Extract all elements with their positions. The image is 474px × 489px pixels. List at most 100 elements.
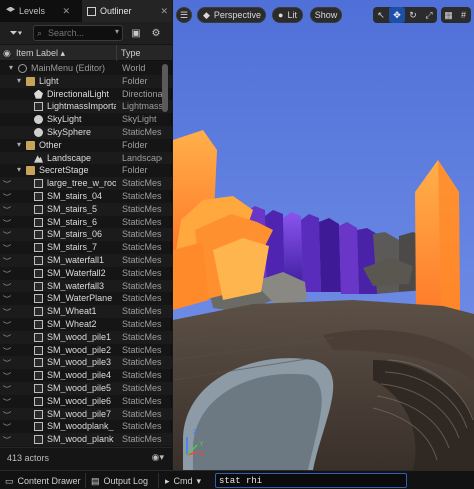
table-row[interactable]: ▾ Other Folder: [0, 139, 172, 152]
visibility-icon[interactable]: ︶: [3, 435, 13, 446]
visibility-icon[interactable]: ︶: [3, 422, 13, 433]
table-row[interactable]: ︶ SM_wood_pile7 StaticMeshActor: [0, 407, 172, 421]
select-icon[interactable]: ↖: [373, 7, 389, 23]
outliner-toolbar: ⏷▾ ⌕ ▾ ▣ ⚙: [0, 22, 172, 44]
eye-icon[interactable]: ◉: [3, 48, 11, 59]
table-row[interactable]: ︶ SM_stairs_7 StaticMeshActor: [0, 241, 172, 254]
table-row[interactable]: Landscape Landscape: [0, 151, 172, 165]
visibility-icon[interactable]: ︶: [3, 320, 13, 331]
table-row[interactable]: ︶ SM_wood_pile1 StaticMeshActor: [0, 330, 172, 344]
translate-icon[interactable]: ✥: [389, 7, 405, 23]
visibility-icon[interactable]: ︶: [3, 256, 13, 267]
cube-icon: [34, 191, 43, 201]
tab-levels[interactable]: Levels ✕: [0, 0, 82, 22]
viewport-menu-button[interactable]: ☰: [176, 7, 192, 23]
visibility-icon[interactable]: ︶: [3, 243, 13, 254]
cube-icon: [34, 307, 43, 317]
cmd-button[interactable]: ▸ Cmd ▾: [165, 474, 205, 488]
console-command-input[interactable]: [219, 475, 405, 487]
table-row[interactable]: SkyLight SkyLight: [0, 113, 172, 126]
search-input[interactable]: [48, 27, 120, 39]
visibility-icon[interactable]: ︶: [3, 410, 13, 421]
table-row[interactable]: ▾ MainMenu (Editor) World: [0, 62, 172, 75]
table-row[interactable]: ︶ SM_waterfall1 StaticMeshActor: [0, 253, 172, 267]
table-row[interactable]: ︶ SM_wood_pile5 StaticMeshActor: [0, 381, 172, 395]
outliner-scrollbar[interactable]: [162, 64, 168, 112]
row-type: StaticMeshActor: [122, 293, 162, 304]
table-row[interactable]: ︶ large_tree_w_roots StaticMeshActor: [0, 177, 172, 190]
table-row[interactable]: ︶ SM_wood_pile2 StaticMeshActor: [0, 344, 172, 357]
expand-arrow-icon[interactable]: ▾: [17, 76, 21, 85]
table-row[interactable]: ︶ SM_Waterfall2 StaticMeshActor: [0, 267, 172, 280]
table-row[interactable]: ︶ SM_wood_pile6 StaticMeshActor: [0, 395, 172, 408]
table-row[interactable]: DirectionalLight DirectionalLight: [0, 88, 172, 101]
visibility-icon[interactable]: ︶: [3, 346, 13, 357]
chevron-down-icon[interactable]: ▾: [115, 27, 119, 36]
visibility-icon[interactable]: ︶: [3, 294, 13, 305]
hamburger-icon: ☰: [179, 9, 189, 20]
table-row[interactable]: LightmassImportanceVolume LightmassImport…: [0, 100, 172, 114]
row-type: StaticMeshActor: [122, 357, 162, 368]
rotate-icon[interactable]: ↻: [405, 7, 421, 23]
filter-button[interactable]: ⏷▾: [3, 24, 29, 42]
scale-icon[interactable]: ⤢: [421, 7, 437, 23]
output-log-button[interactable]: ▤ Output Log: [91, 474, 148, 488]
close-icon[interactable]: ✕: [62, 6, 70, 17]
level-viewport[interactable]: Z Y X ☰ ◆ Perspective ● Lit Show ↖ ✥ ↻ ⤢…: [173, 0, 474, 470]
cube-icon: [34, 255, 43, 265]
table-row[interactable]: ︶ SM_woodplank_ StaticMeshActor: [0, 420, 172, 433]
table-row[interactable]: ︶ SM_stairs_06 StaticMeshActor: [0, 228, 172, 242]
visibility-icon[interactable]: ︶: [3, 269, 13, 280]
row-label: Landscape: [47, 152, 92, 163]
table-row[interactable]: ︶ SM_Wheat2 StaticMeshActor: [0, 318, 172, 331]
expand-arrow-icon[interactable]: ▾: [9, 63, 13, 72]
scene-render[interactable]: Z Y X: [173, 0, 474, 470]
status-bar: ▭ Content Drawer ▤ Output Log ▸ Cmd ▾: [0, 470, 474, 489]
visibility-icon[interactable]: ︶: [3, 397, 13, 408]
visibility-icon[interactable]: ︶: [3, 282, 13, 293]
row-type: StaticMeshActor: [122, 216, 162, 227]
row-label: SM_wood_pile6: [47, 395, 112, 406]
console-command-box[interactable]: [215, 473, 407, 488]
visibility-icon[interactable]: ︶: [3, 205, 13, 216]
cube-icon: [34, 281, 43, 291]
visibility-icon[interactable]: ︶: [3, 358, 13, 369]
table-row[interactable]: ︶ SM_stairs_5 StaticMeshActor: [0, 202, 172, 216]
visibility-icon[interactable]: ︶: [3, 371, 13, 382]
lit-button[interactable]: ● Lit: [272, 7, 303, 23]
visibility-icon[interactable]: ︶: [3, 333, 13, 344]
table-row[interactable]: ▾ Light Folder: [0, 74, 172, 88]
column-type[interactable]: Type: [121, 48, 141, 58]
visibility-icon[interactable]: ︶: [3, 192, 13, 203]
table-row[interactable]: ︶ SM_wood_pile4 StaticMeshActor: [0, 369, 172, 382]
visibility-icon[interactable]: ︶: [3, 230, 13, 241]
grid-snap-icon[interactable]: #: [456, 7, 471, 23]
table-row[interactable]: ︶ SM_stairs_04 StaticMeshActor: [0, 190, 172, 203]
column-item-label[interactable]: Item Label ▴: [16, 48, 65, 59]
add-folder-button[interactable]: ▣: [129, 25, 143, 41]
table-row[interactable]: SkySphere StaticMeshActor: [0, 125, 172, 139]
close-icon[interactable]: ✕: [160, 6, 168, 17]
table-row[interactable]: ︶ SM_wood_plank StaticMeshActor: [0, 433, 172, 446]
visibility-icon[interactable]: ︶: [3, 384, 13, 395]
table-row[interactable]: ︶ SM_stairs_6 StaticMeshActor: [0, 216, 172, 229]
perspective-button[interactable]: ◆ Perspective: [197, 7, 266, 23]
visibility-icon[interactable]: ︶: [3, 218, 13, 229]
settings-button[interactable]: ⚙: [149, 25, 163, 41]
column-divider[interactable]: [116, 45, 117, 61]
content-drawer-button[interactable]: ▭ Content Drawer: [5, 474, 81, 488]
view-options-icon[interactable]: ◉▾: [152, 452, 164, 463]
table-row[interactable]: ︶ SM_WaterPlane StaticMeshActor: [0, 292, 172, 305]
table-row[interactable]: ︶ SM_wood_pile3 StaticMeshActor: [0, 356, 172, 370]
search-box[interactable]: ⌕ ▾: [33, 25, 123, 41]
surface-snap-icon[interactable]: ▦: [441, 7, 456, 23]
table-row[interactable]: ▾ SecretStage Folder: [0, 164, 172, 177]
table-row[interactable]: ︶ SM_waterfall3 StaticMeshActor: [0, 279, 172, 293]
visibility-icon[interactable]: ︶: [3, 307, 13, 318]
show-button[interactable]: Show: [310, 7, 342, 23]
expand-arrow-icon[interactable]: ▾: [17, 165, 21, 174]
visibility-icon[interactable]: ︶: [3, 179, 13, 190]
table-row[interactable]: ︶ SM_Wheat1 StaticMeshActor: [0, 305, 172, 318]
tab-outliner[interactable]: Outliner ✕: [82, 0, 172, 22]
expand-arrow-icon[interactable]: ▾: [17, 140, 21, 149]
